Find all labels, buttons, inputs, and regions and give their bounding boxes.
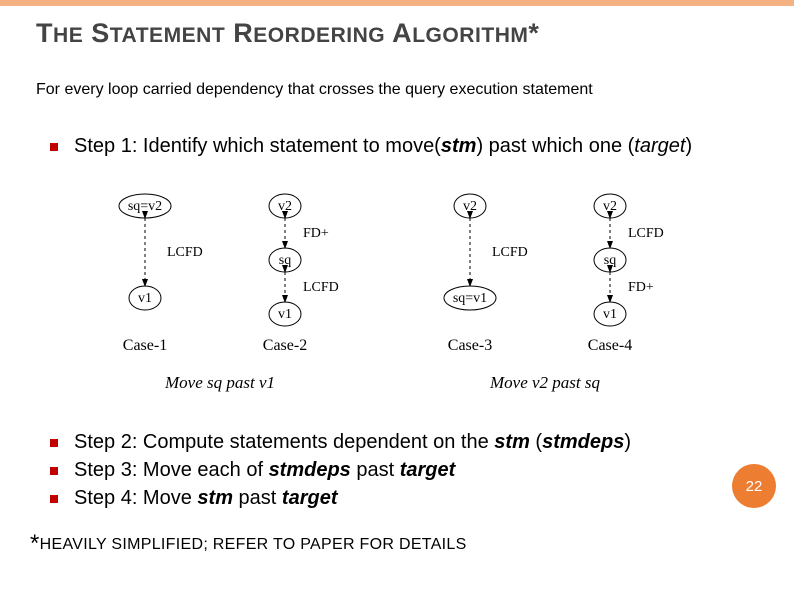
bullet-step-3: Step 3: Move each of stmdeps past target <box>50 458 760 483</box>
svg-text:LCFD: LCFD <box>492 245 528 260</box>
footnote: *HEAVILY SIMPLIFIED; REFER TO PAPER FOR … <box>30 530 467 558</box>
svg-text:Case-4: Case-4 <box>588 337 632 354</box>
step-4-text: Step 4: Move stm past target <box>74 486 337 511</box>
svg-text:Case-3: Case-3 <box>448 337 492 354</box>
svg-text:v2: v2 <box>463 199 477 214</box>
accent-bar <box>0 0 794 6</box>
bullet-icon <box>50 495 58 503</box>
step-1-text: Step 1: Identify which statement to move… <box>74 134 692 159</box>
svg-text:v2: v2 <box>603 199 617 214</box>
svg-text:sq: sq <box>279 253 291 268</box>
bullet-icon <box>50 467 58 475</box>
diagram-svg: sq=v2 v1 LCFD Case-1 v2 sq v1 FD+ LCFD Case-2 v2 sq… <box>90 190 690 410</box>
svg-text:Case-1: Case-1 <box>123 337 167 354</box>
svg-text:v1: v1 <box>278 307 292 322</box>
bullet-icon <box>50 439 58 447</box>
cases-diagram: sq=v2 v1 LCFD Case-1 v2 sq v1 FD+ LCFD Case-2 v2 sq… <box>90 190 690 410</box>
svg-text:sq=v1: sq=v1 <box>453 291 487 306</box>
step-3-text: Step 3: Move each of stmdeps past target <box>74 458 455 483</box>
svg-text:v1: v1 <box>138 291 152 306</box>
svg-text:Move v2 past sq: Move v2 past sq <box>489 373 601 392</box>
svg-text:LCFD: LCFD <box>167 245 203 260</box>
svg-text:FD+: FD+ <box>628 280 654 295</box>
page-number-badge: 22 <box>732 464 776 508</box>
bullet-icon <box>50 143 58 151</box>
svg-text:FD+: FD+ <box>303 226 329 241</box>
intro-text: For every loop carried dependency that c… <box>36 80 676 100</box>
svg-text:sq: sq <box>604 253 616 268</box>
bullet-step-2: Step 2: Compute statements dependent on … <box>50 430 760 455</box>
step-2-text: Step 2: Compute statements dependent on … <box>74 430 631 455</box>
svg-text:Move sq past v1: Move sq past v1 <box>164 373 275 392</box>
svg-text:LCFD: LCFD <box>628 226 664 241</box>
svg-text:Case-2: Case-2 <box>263 337 307 354</box>
bullet-step-4: Step 4: Move stm past target <box>50 486 760 511</box>
page-title: THE STATEMENT REORDERING ALGORITHM* <box>36 18 539 49</box>
svg-text:v1: v1 <box>603 307 617 322</box>
svg-text:LCFD: LCFD <box>303 280 339 295</box>
bullet-step-1: Step 1: Identify which statement to move… <box>50 134 760 159</box>
svg-text:v2: v2 <box>278 199 292 214</box>
svg-text:sq=v2: sq=v2 <box>128 199 162 214</box>
